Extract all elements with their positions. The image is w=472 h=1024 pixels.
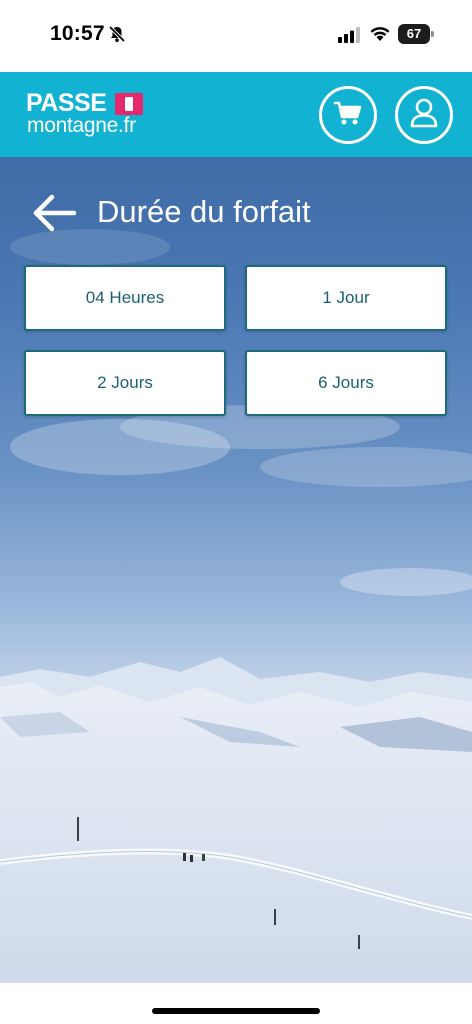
logo-passe-text: PASSE <box>26 89 107 117</box>
home-indicator[interactable] <box>152 1008 320 1014</box>
bottom-area <box>0 983 472 1024</box>
arrow-left-icon <box>32 194 78 237</box>
cart-button[interactable] <box>319 86 377 144</box>
status-time: 10:57 <box>50 22 105 45</box>
user-button[interactable] <box>395 86 453 144</box>
back-button[interactable] <box>32 193 78 233</box>
signal-icon <box>338 27 362 43</box>
logo-montagne-text: montagne.fr <box>27 114 136 137</box>
battery-percentage: 67 <box>406 26 422 41</box>
bell-off-icon <box>108 25 126 43</box>
option-1-jour[interactable]: 1 Jour <box>245 265 447 331</box>
status-bar: 10:57 67 <box>0 0 472 72</box>
shopping-cart-icon <box>333 98 363 133</box>
option-2-jours[interactable]: 2 Jours <box>24 350 226 416</box>
logo-mark-icon <box>115 93 143 115</box>
logo[interactable]: PASSE montagne.fr <box>26 90 156 142</box>
option-6-jours[interactable]: 6 Jours <box>245 350 447 416</box>
battery-icon: 67 <box>398 24 434 44</box>
page-title: Durée du forfait <box>97 194 311 229</box>
wifi-icon <box>369 24 391 42</box>
option-04-heures[interactable]: 04 Heures <box>24 265 226 331</box>
user-icon <box>408 97 440 134</box>
